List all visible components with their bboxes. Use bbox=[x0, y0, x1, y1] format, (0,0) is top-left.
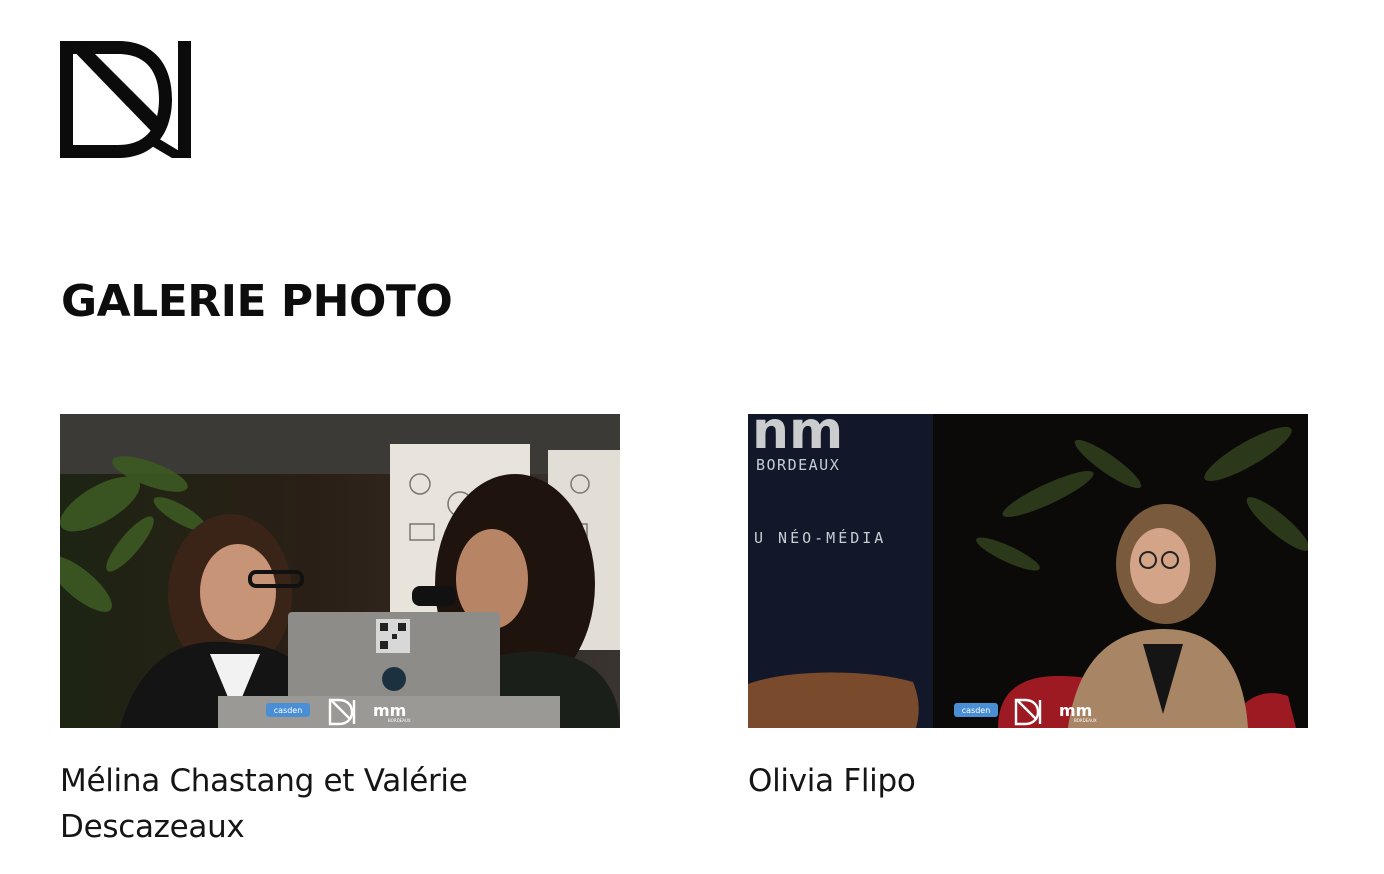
mm-logo-sub: BORDEAUX bbox=[1074, 718, 1097, 723]
sponsor-badge: casden bbox=[274, 706, 303, 715]
gallery-photo[interactable]: nm BORDEAUX U NÉO-MÉDIA casden mm BORDEA… bbox=[748, 414, 1308, 728]
gallery-caption[interactable]: Mélina Chastang et Valérie Descazeaux bbox=[60, 758, 540, 850]
gallery-item-chastang-descazeaux[interactable]: casden mm BORDEAUX Mélina Chastang et Va… bbox=[60, 414, 620, 850]
mm-logo-sub: BORDEAUX bbox=[388, 718, 411, 723]
gallery-item-flipo[interactable]: nm BORDEAUX U NÉO-MÉDIA casden mm BORDEA… bbox=[748, 414, 1308, 804]
dn-monogram-icon bbox=[60, 41, 191, 158]
banner-text-2: U NÉO-MÉDIA bbox=[754, 528, 886, 547]
banner-text-1: BORDEAUX bbox=[756, 456, 840, 474]
site-logo[interactable] bbox=[60, 41, 191, 158]
sponsor-badge: casden bbox=[962, 706, 991, 715]
svg-text:nm: nm bbox=[752, 414, 843, 461]
page-title: GALERIE PHOTO bbox=[61, 276, 453, 327]
gallery-photo[interactable]: casden mm BORDEAUX bbox=[60, 414, 620, 728]
gallery-caption[interactable]: Olivia Flipo bbox=[748, 758, 1228, 804]
